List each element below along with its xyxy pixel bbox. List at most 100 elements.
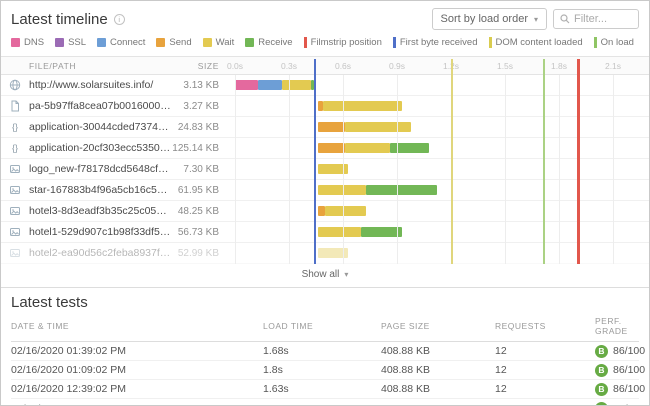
waterfall-bar-wait xyxy=(325,206,366,216)
timeline-row[interactable]: logo_new-f78178dcd5648cf852de92bd9ab7c66… xyxy=(1,159,649,180)
waterfall-bar-wait xyxy=(318,185,367,195)
test-page-size: 408.88 KB xyxy=(381,345,495,357)
filter-input[interactable] xyxy=(574,13,632,25)
send-swatch-icon xyxy=(156,38,165,47)
timeline-row[interactable]: hotel1-529d907c1b98f33df5c9d988f7126e8fb… xyxy=(1,222,649,243)
test-row[interactable]: 02/16/2020 12:09:02 PM1.63s408.87 KB12B8… xyxy=(11,399,639,406)
file-type-image-icon xyxy=(9,205,29,217)
axis-ticks: 0.0s0.3s0.6s0.9s1.2s1.5s1.8s2.1s xyxy=(229,57,649,74)
timeline-table: FILE/PATH SIZE 0.0s0.3s0.6s0.9s1.2s1.5s1… xyxy=(1,56,649,264)
perf-grade-column-header: PERF. GRADE xyxy=(595,316,639,336)
legend-label: DNS xyxy=(24,37,44,48)
timeline-row[interactable]: star-167883b4f96a5cb16c5ab7aa322ab69af0f… xyxy=(1,180,649,201)
test-datetime: 02/16/2020 12:09:02 PM xyxy=(11,403,263,406)
axis-tick-label: 0.3s xyxy=(281,61,297,71)
date-time-column-header: DATE & TIME xyxy=(11,321,263,331)
grade-badge: B xyxy=(595,402,608,406)
waterfall-cell xyxy=(229,243,649,263)
file-type-braces-icon: {} xyxy=(9,121,29,133)
timeline-row[interactable]: hotel2-ea90d56c2feba8937f75ca5f68b3413c7… xyxy=(1,243,649,264)
legend-item-filmstrip-position: Filmstrip position xyxy=(304,37,382,48)
on-load-marker-icon xyxy=(594,37,597,48)
test-row[interactable]: 02/16/2020 12:39:02 PM1.63s408.88 KB12B8… xyxy=(11,380,639,399)
file-type-image-icon xyxy=(9,226,29,238)
legend-item-receive: Receive xyxy=(245,37,292,48)
waterfall-cell xyxy=(229,117,649,137)
file-path[interactable]: hotel2-ea90d56c2feba8937f75ca5f68b3413c7… xyxy=(29,247,171,259)
test-row[interactable]: 02/16/2020 01:39:02 PM1.68s408.88 KB12B8… xyxy=(11,342,639,361)
axis-tick-label: 1.8s xyxy=(551,61,567,71)
legend-label: Send xyxy=(169,37,191,48)
performance-panel: Latest timeline i Sort by load order ▾ D… xyxy=(0,0,650,406)
page-size-column-header: PAGE SIZE xyxy=(381,321,495,331)
legend-label: SSL xyxy=(68,37,86,48)
test-page-size: 408.87 KB xyxy=(381,403,495,406)
file-path[interactable]: hotel3-8d3eadf3b35c25c05687a7094d1ccd0c8… xyxy=(29,205,171,217)
test-perf-grade: B86/100 xyxy=(595,402,645,406)
chevron-down-icon: ▾ xyxy=(534,15,538,24)
legend-label: On load xyxy=(601,37,634,48)
file-path[interactable]: http://www.solarsuites.info/ xyxy=(29,79,171,91)
file-path[interactable]: application-30044cded7374aa68af9334504e6… xyxy=(29,121,171,133)
waterfall-bar-wait xyxy=(318,164,349,174)
svg-text:{}: {} xyxy=(12,143,18,153)
grade-badge: B xyxy=(595,383,608,396)
sort-button-label: Sort by load order xyxy=(441,13,528,25)
info-icon[interactable]: i xyxy=(114,14,125,25)
requests-column-header: REQUESTS xyxy=(495,321,595,331)
load-time-column-header: LOAD TIME xyxy=(263,321,381,331)
file-path[interactable]: application-20cf303ecc5350eae60ea168d23a… xyxy=(29,142,171,154)
file-size: 3.13 KB xyxy=(171,80,229,91)
waterfall-bar-wait xyxy=(345,143,390,153)
receive-swatch-icon xyxy=(245,38,254,47)
filter-box[interactable] xyxy=(553,9,639,29)
timeline-row[interactable]: {} application-20cf303ecc5350eae60ea168d2… xyxy=(1,138,649,159)
wait-swatch-icon xyxy=(203,38,212,47)
waterfall-cell xyxy=(229,96,649,116)
tests-section: Latest tests DATE & TIME LOAD TIME PAGE … xyxy=(1,287,649,406)
timeline-row[interactable]: pa-5b97ffa8cea07b00160000d2.js3.27 KB xyxy=(1,96,649,117)
timeline-row[interactable]: hotel3-8d3eadf3b35c25c05687a7094d1ccd0c8… xyxy=(1,201,649,222)
file-size: 3.27 KB xyxy=(171,101,229,112)
file-size: 125.14 KB xyxy=(171,143,229,154)
file-size: 7.30 KB xyxy=(171,164,229,175)
legend-label: First byte received xyxy=(400,37,478,48)
first-byte-received-marker-icon xyxy=(393,37,396,48)
file-path[interactable]: star-167883b4f96a5cb16c5ab7aa322ab69af0f… xyxy=(29,184,171,196)
file-path-column-header: FILE/PATH xyxy=(29,61,171,71)
legend-label: Receive xyxy=(258,37,292,48)
search-icon xyxy=(560,14,570,24)
test-row[interactable]: 02/16/2020 01:09:02 PM1.8s408.88 KB12B86… xyxy=(11,361,639,380)
sort-by-load-order-button[interactable]: Sort by load order ▾ xyxy=(432,8,547,30)
file-path[interactable]: logo_new-f78178dcd5648cf852de92bd9ab7c66… xyxy=(29,163,171,175)
waterfall-bar-receive xyxy=(311,80,315,90)
legend-item-first-byte-received: First byte received xyxy=(393,37,478,48)
filmstrip-position-marker-icon xyxy=(304,37,307,48)
file-path[interactable]: pa-5b97ffa8cea07b00160000d2.js xyxy=(29,100,171,112)
size-column-header: SIZE xyxy=(171,61,229,71)
timeline-row[interactable]: http://www.solarsuites.info/3.13 KB xyxy=(1,75,649,96)
test-requests: 12 xyxy=(495,403,595,406)
waterfall-bar-receive xyxy=(366,185,436,195)
svg-text:{}: {} xyxy=(12,122,18,132)
file-path[interactable]: hotel1-529d907c1b98f33df5c9d988f7126e8fb… xyxy=(29,226,171,238)
legend-item-send: Send xyxy=(156,37,191,48)
waterfall-cell xyxy=(229,159,649,179)
timeline-row[interactable]: {} application-30044cded7374aa68af9334504… xyxy=(1,117,649,138)
test-load-time: 1.68s xyxy=(263,345,381,357)
test-page-size: 408.88 KB xyxy=(381,383,495,395)
legend-item-on-load: On load xyxy=(594,37,634,48)
timeline-header: Latest timeline i Sort by load order ▾ xyxy=(1,1,649,32)
waterfall-cell xyxy=(229,138,649,158)
tests-rows: 02/16/2020 01:39:02 PM1.68s408.88 KB12B8… xyxy=(11,342,639,406)
axis-tick-label: 0.9s xyxy=(389,61,405,71)
file-type-braces-icon: {} xyxy=(9,142,29,154)
waterfall-cell xyxy=(229,201,649,221)
axis-tick-label: 2.1s xyxy=(605,61,621,71)
test-requests: 12 xyxy=(495,383,595,395)
show-all-button[interactable]: Show all ▾ xyxy=(1,264,649,284)
axis-tick-label: 1.2s xyxy=(443,61,459,71)
test-perf-grade: B86/100 xyxy=(595,383,645,396)
waterfall-bar-receive xyxy=(361,227,402,237)
tests-header: Latest tests xyxy=(11,294,639,316)
